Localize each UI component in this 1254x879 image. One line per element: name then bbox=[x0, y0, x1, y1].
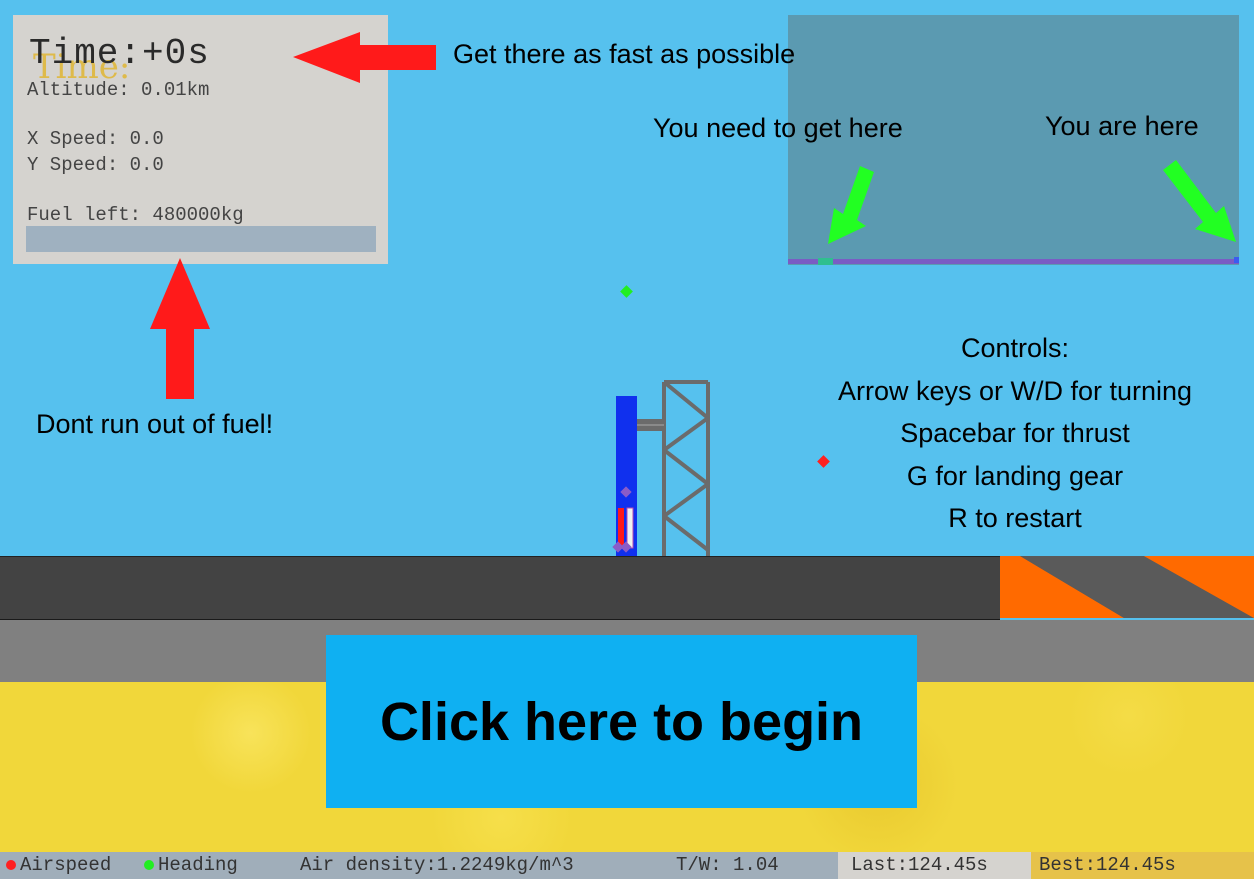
airspeed-legend-label: Airspeed bbox=[20, 854, 112, 876]
thrust-weight-readout: T/W: 1.04 bbox=[676, 854, 779, 876]
time-arrow-icon bbox=[293, 32, 436, 83]
rocket-engine-white bbox=[626, 507, 634, 549]
heading-dot-icon bbox=[144, 859, 154, 870]
hazard-stripes bbox=[1000, 556, 1254, 618]
start-game-button-label: Click here to begin bbox=[379, 691, 864, 752]
airspeed-legend: Airspeed bbox=[6, 854, 111, 876]
fuel-arrow-icon bbox=[150, 258, 210, 399]
best-time-box: Best:124.45s bbox=[1031, 852, 1254, 879]
heading-legend: Heading bbox=[144, 854, 238, 876]
launch-tower bbox=[662, 380, 710, 556]
landing-pad bbox=[0, 556, 1000, 621]
air-density-readout: Air density:1.2249kg/m^3 bbox=[300, 854, 574, 876]
best-time-readout: Best:124.45s bbox=[1039, 854, 1176, 876]
player-arrow-icon bbox=[1163, 160, 1236, 242]
heading-indicator-icon bbox=[620, 285, 633, 298]
airspeed-dot-icon bbox=[6, 859, 16, 870]
status-bar: Airspeed Heading Air density:1.2249kg/m^… bbox=[0, 852, 1254, 879]
last-time-box: Last:124.45s bbox=[838, 852, 1031, 879]
airspeed-indicator-icon bbox=[817, 455, 830, 468]
last-time-readout: Last:124.45s bbox=[851, 854, 988, 876]
target-arrow-icon bbox=[828, 166, 874, 244]
rocket-engine-red bbox=[618, 508, 624, 548]
hazard-stripe-pad bbox=[1000, 556, 1254, 618]
start-game-button[interactable]: Click here to begin bbox=[326, 635, 917, 808]
heading-legend-label: Heading bbox=[158, 854, 238, 876]
